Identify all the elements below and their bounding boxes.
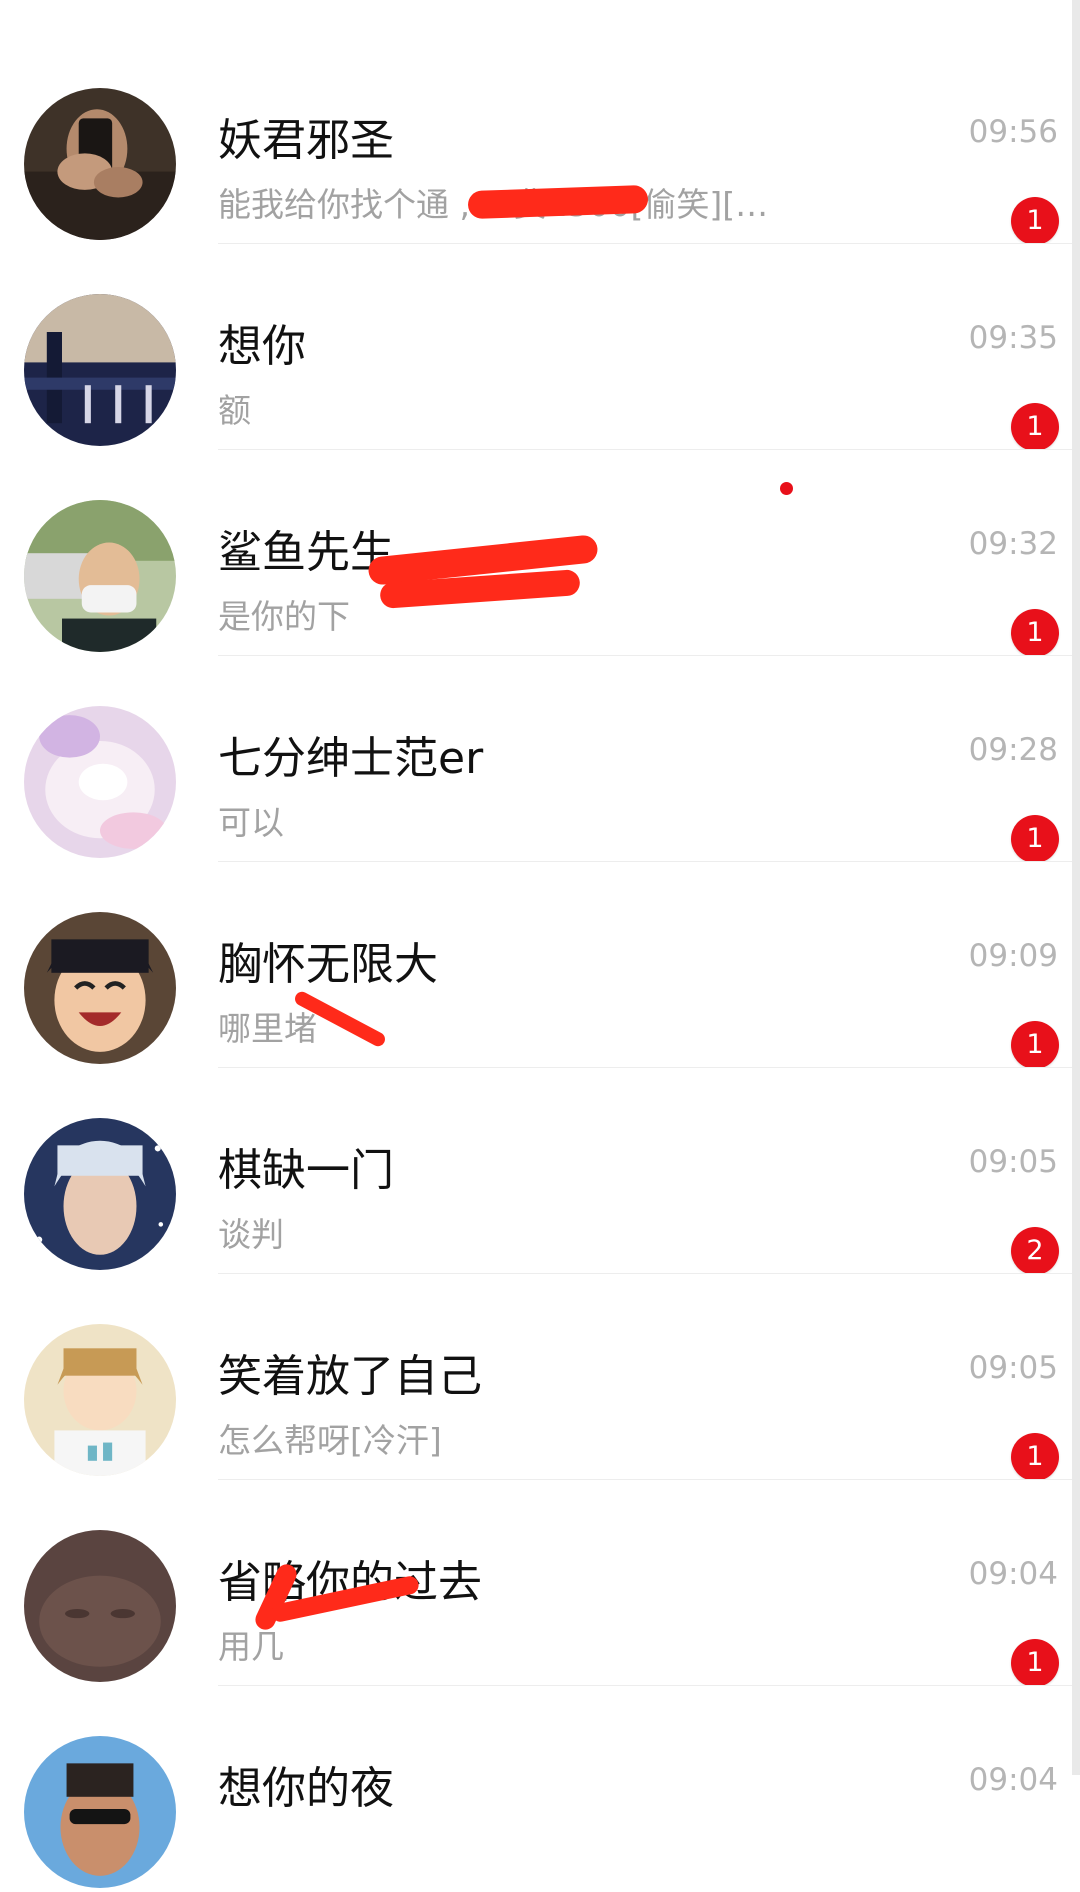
contact-name: 妖君邪圣 (218, 115, 394, 166)
avatar-icon[interactable] (24, 1324, 176, 1476)
chat-row[interactable]: 七分绅士范er 可以 09:28 1 (0, 656, 1080, 864)
avatar-icon[interactable] (24, 88, 176, 240)
contact-name: 想你的夜 (218, 1763, 394, 1814)
message-time: 09:09 (968, 938, 1058, 974)
message-time: 09:04 (968, 1556, 1058, 1592)
chat-row[interactable]: 鲨鱼先生 是你的下 09:32 1 (0, 450, 1080, 658)
chat-row[interactable]: 省略你的过去 用几 09:04 1 (0, 1480, 1080, 1688)
avatar-icon[interactable] (24, 1736, 176, 1888)
unread-badge: 1 (1011, 1639, 1059, 1687)
chat-row[interactable]: 棋缺一门 谈判 09:05 2 (0, 1068, 1080, 1276)
chat-row[interactable]: 想你 额 09:35 1 (0, 244, 1080, 452)
sunglasses-avatar-icon (24, 1736, 176, 1888)
unread-badge: 1 (1011, 1433, 1059, 1481)
message-time: 09:35 (968, 320, 1058, 356)
avatar-icon[interactable] (24, 294, 176, 446)
message-preview: 怎么帮呀[冷汗] (218, 1421, 442, 1460)
unread-badge: 1 (1011, 1021, 1059, 1069)
message-preview: 额 (218, 391, 251, 430)
avatar-icon[interactable] (24, 706, 176, 858)
contact-name: 笑着放了自己 (218, 1351, 482, 1402)
scrollbar-track[interactable] (1072, 0, 1080, 1775)
contact-name: 胸怀无限大 (218, 939, 438, 990)
message-time: 09:04 (968, 1762, 1058, 1798)
contact-name: 想你 (218, 321, 306, 372)
night-bridge-avatar-icon (24, 294, 176, 446)
message-preview: 是你的下 (218, 597, 350, 636)
message-preview: 谈判 (218, 1215, 284, 1254)
unread-badge: 1 (1011, 815, 1059, 863)
avatar-icon[interactable] (24, 500, 176, 652)
dark-blurry-avatar-icon (24, 1530, 176, 1682)
chat-row[interactable]: 妖君邪圣 能我给你找个通 , 工费1500[偷笑][… 09:56 1 (0, 38, 1080, 246)
anime-laughing-avatar-icon (24, 912, 176, 1064)
unread-badge: 1 (1011, 197, 1059, 245)
message-time: 09:56 (968, 114, 1058, 150)
hands-phone-avatar-icon (24, 88, 176, 240)
anime-boy-avatar-icon (24, 1324, 176, 1476)
message-time: 09:28 (968, 732, 1058, 768)
previous-row-edge (0, 0, 1080, 39)
chat-list: 妖君邪圣 能我给你找个通 , 工费1500[偷笑][… 09:56 1 想你 额… (0, 0, 1080, 1892)
silver-hair-avatar-icon (24, 1118, 176, 1270)
message-preview: 用几 (218, 1627, 284, 1666)
unread-badge: 1 (1011, 403, 1059, 451)
pastel-plush-avatar-icon (24, 706, 176, 858)
avatar-icon[interactable] (24, 912, 176, 1064)
unread-badge: 1 (1011, 609, 1059, 657)
unread-badge: 2 (1011, 1227, 1059, 1275)
avatar-icon[interactable] (24, 1530, 176, 1682)
chat-row[interactable]: 想你的夜 09:04 (0, 1686, 1080, 1892)
contact-name: 七分绅士范er (218, 733, 484, 784)
contact-name: 棋缺一门 (218, 1145, 394, 1196)
red-dot-mark (780, 482, 793, 495)
message-time: 09:05 (968, 1350, 1058, 1386)
message-preview: 可以 (218, 803, 284, 842)
chat-row[interactable]: 笑着放了自己 怎么帮呀[冷汗] 09:05 1 (0, 1274, 1080, 1482)
message-time: 09:32 (968, 526, 1058, 562)
avatar-icon[interactable] (24, 1118, 176, 1270)
masked-man-avatar-icon (24, 500, 176, 652)
message-time: 09:05 (968, 1144, 1058, 1180)
chat-row[interactable]: 胸怀无限大 哪里堵 09:09 1 (0, 862, 1080, 1070)
